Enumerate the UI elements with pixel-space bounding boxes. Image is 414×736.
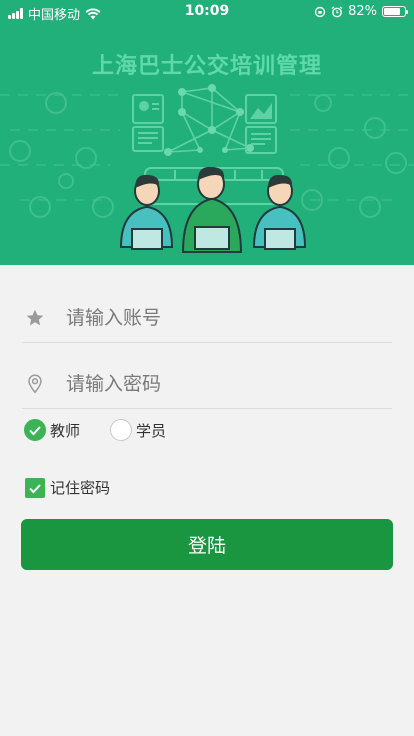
battery-percent: 82% (348, 4, 377, 19)
role-teacher-label: 教师 (50, 421, 81, 440)
app-title: 上海巴士公交培训管理 (91, 54, 322, 79)
location-pin-icon (28, 374, 42, 394)
password-field-row (22, 357, 392, 409)
status-right: 82% (314, 4, 408, 19)
radio-checked-icon (24, 419, 46, 441)
role-teacher-radio[interactable]: 教师 (24, 419, 80, 441)
status-bar: 中国移动 10:09 82% (0, 0, 414, 24)
role-selector: 教师 学员 (24, 419, 196, 441)
checkbox-checked-icon (25, 477, 45, 498)
password-input[interactable] (66, 367, 386, 401)
battery-icon (382, 6, 408, 17)
role-student-radio[interactable]: 学员 (110, 419, 166, 441)
radio-unchecked-icon (110, 419, 133, 441)
alarm-icon (331, 5, 343, 17)
role-student-label: 学员 (136, 421, 167, 440)
remember-password-label: 记住密码 (50, 479, 111, 497)
banner-illustration (0, 84, 414, 253)
account-input[interactable] (66, 301, 386, 335)
login-button[interactable]: 登陆 (21, 519, 393, 570)
remember-password-checkbox[interactable]: 记住密码 (25, 477, 110, 498)
people-illustration (119, 166, 307, 253)
rotation-lock-icon (314, 6, 326, 17)
header-banner: 上海巴士公交培训管理 (0, 0, 414, 265)
star-icon (26, 309, 44, 326)
account-field-row (22, 291, 392, 343)
